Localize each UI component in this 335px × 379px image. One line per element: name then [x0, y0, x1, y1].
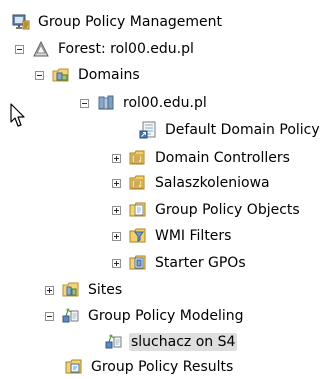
- domain-icon: [98, 95, 114, 110]
- ou-folder-icon: [129, 175, 145, 190]
- mouse-pointer-icon: [10, 103, 25, 127]
- gpo-folder-icon: [129, 202, 146, 217]
- tree-label-group-policy-results: Group Policy Results: [91, 359, 234, 375]
- collapse-toggle[interactable]: [80, 98, 89, 108]
- tree-node-root[interactable]: Group Policy Management: [12, 10, 224, 34]
- tree-label-forest: Forest: rol00.edu.pl: [58, 41, 194, 57]
- tree-node-default-domain-policy[interactable]: Default Domain Policy: [139, 118, 322, 142]
- tree-label-group-policy-objects: Group Policy Objects: [155, 202, 300, 218]
- tree-label-domain-controllers: Domain Controllers: [155, 150, 290, 166]
- expand-toggle[interactable]: [112, 153, 121, 163]
- gpmc-tree: Group Policy Management Forest: rol00.ed…: [0, 0, 335, 377]
- wmi-filter-icon: [129, 228, 146, 243]
- tree-label-sites: Sites: [88, 282, 123, 298]
- gp-modeling-icon: [62, 308, 79, 323]
- tree-node-forest[interactable]: Forest: rol00.edu.pl: [15, 37, 196, 61]
- tree-node-domain-controllers[interactable]: Domain Controllers: [112, 146, 292, 170]
- modeling-result-icon: [105, 334, 122, 349]
- collapse-toggle[interactable]: [15, 44, 24, 54]
- tree-label-starter-gpos: Starter GPOs: [155, 255, 246, 271]
- expand-toggle[interactable]: [112, 178, 121, 188]
- starter-gpo-folder-icon: [129, 255, 146, 270]
- tree-label-group-policy-modeling: Group Policy Modeling: [88, 308, 244, 324]
- tree-node-group-policy-results[interactable]: Group Policy Results: [65, 355, 235, 379]
- gpm-console-icon: [12, 14, 30, 30]
- tree-node-starter-gpos[interactable]: Starter GPOs: [112, 251, 248, 275]
- tree-label-root: Group Policy Management: [38, 14, 223, 30]
- tree-node-sluchacz-on-s4[interactable]: sluchacz on S4: [105, 330, 238, 354]
- tree-label-default-domain-policy: Default Domain Policy: [165, 122, 320, 138]
- sites-icon: [62, 282, 79, 297]
- ou-folder-icon: [129, 150, 145, 165]
- collapse-toggle[interactable]: [35, 70, 44, 80]
- domains-icon: [52, 68, 69, 82]
- expand-toggle[interactable]: [112, 258, 121, 268]
- gpo-link-icon: [139, 121, 156, 139]
- tree-label-salaszkoleniowa: Salaszkoleniowa: [155, 175, 270, 191]
- tree-label-sluchacz-on-s4: sluchacz on S4: [129, 333, 238, 351]
- expand-toggle[interactable]: [112, 205, 121, 215]
- collapse-toggle[interactable]: [45, 311, 54, 321]
- tree-node-domains[interactable]: Domains: [35, 63, 142, 87]
- gp-results-icon: [65, 359, 82, 374]
- expand-toggle[interactable]: [112, 231, 121, 241]
- expand-toggle[interactable]: [45, 285, 54, 295]
- tree-node-group-policy-objects[interactable]: Group Policy Objects: [112, 198, 302, 222]
- tree-label-domains: Domains: [78, 67, 140, 83]
- tree-node-domain[interactable]: rol00.edu.pl: [80, 91, 209, 115]
- tree-label-domain: rol00.edu.pl: [123, 95, 207, 111]
- tree-node-sites[interactable]: Sites: [45, 278, 124, 302]
- tree-node-salaszkoleniowa[interactable]: Salaszkoleniowa: [112, 171, 272, 195]
- forest-triangle-icon: [33, 40, 49, 57]
- tree-label-wmi-filters: WMI Filters: [155, 228, 232, 244]
- tree-node-wmi-filters[interactable]: WMI Filters: [112, 224, 233, 248]
- tree-node-group-policy-modeling[interactable]: Group Policy Modeling: [45, 304, 245, 328]
